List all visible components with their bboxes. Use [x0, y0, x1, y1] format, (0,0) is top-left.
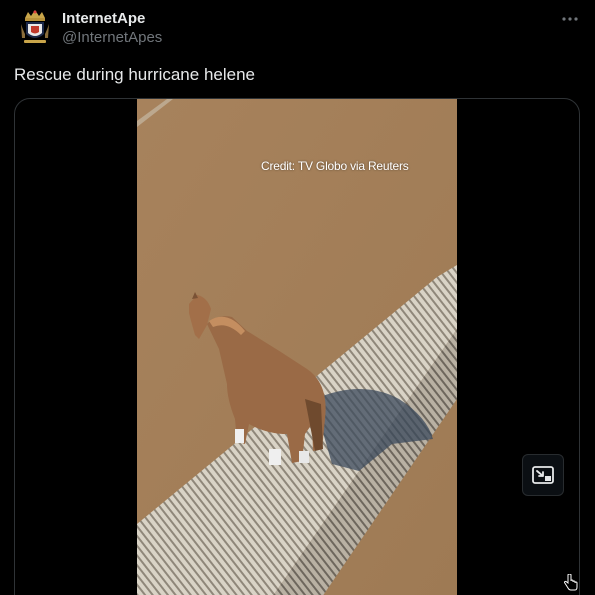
pointer-hand-icon [563, 574, 578, 591]
picture-in-picture-button[interactable] [522, 454, 564, 496]
video-player[interactable]: Credit: TV Globo via Reuters [137, 99, 457, 595]
video-credit-overlay: Credit: TV Globo via Reuters [261, 159, 409, 173]
media-card: Credit: TV Globo via Reuters [14, 98, 580, 595]
tweet-page: InternetApe @InternetApes Rescue during … [0, 0, 595, 595]
author-avatar[interactable] [17, 8, 53, 46]
tweet-text: Rescue during hurricane helene [14, 65, 255, 84]
author-display-name[interactable]: InternetApe [62, 10, 162, 28]
author-info: InternetApe @InternetApes [62, 10, 162, 48]
more-horizontal-icon [562, 17, 578, 21]
video-frame-image [137, 99, 457, 595]
author-handle[interactable]: @InternetApes [62, 28, 162, 48]
crest-avatar-icon [21, 10, 49, 43]
picture-in-picture-icon [532, 466, 554, 484]
more-options-button[interactable] [557, 9, 583, 29]
